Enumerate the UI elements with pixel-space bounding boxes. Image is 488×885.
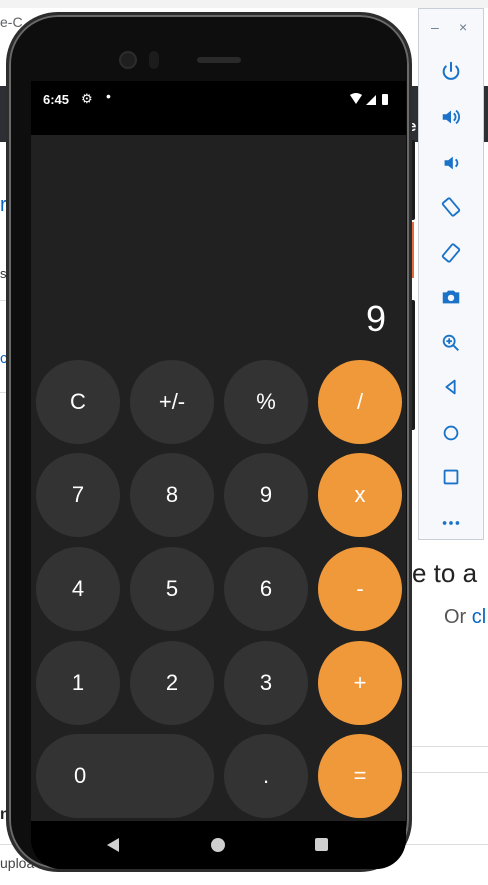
settings-icon: ⚙ (81, 91, 93, 106)
power-button[interactable] (433, 53, 469, 89)
more-icon (442, 521, 460, 525)
digit-3-button[interactable]: 3 (224, 641, 308, 725)
power-icon (442, 61, 460, 80)
signal-icon (366, 95, 376, 105)
volume-down-icon (444, 156, 459, 170)
status-time: 6:45 (43, 92, 70, 107)
bg-or-label: Or (444, 606, 472, 628)
sign-toggle-button[interactable]: +/- (130, 360, 214, 444)
rotate-left-icon (441, 197, 461, 217)
volume-up-icon (442, 109, 460, 125)
screenshot-button[interactable] (433, 279, 469, 315)
android-nav-bar (31, 821, 406, 869)
bg-top-bar (0, 0, 488, 8)
percent-button[interactable]: % (224, 360, 308, 444)
clear-button[interactable]: C (36, 360, 120, 444)
volume-up-button[interactable] (433, 99, 469, 135)
bg-or-link[interactable]: cl (472, 606, 486, 628)
divide-button[interactable]: / (318, 360, 402, 444)
nav-home-icon[interactable] (211, 838, 225, 852)
digit-8-button[interactable]: 8 (130, 453, 214, 537)
nav-recents-icon[interactable] (315, 838, 328, 851)
wifi-icon (350, 93, 362, 104)
rotate-left-button[interactable] (433, 189, 469, 225)
rotate-right-button[interactable] (433, 235, 469, 271)
notification-dot-icon: • (106, 88, 111, 104)
calculator-display: 9 (365, 298, 386, 339)
zoom-button[interactable] (433, 325, 469, 361)
toolbar-window-controls: – × (419, 19, 483, 39)
bg-divider-4 (410, 772, 488, 773)
overview-button[interactable] (433, 459, 469, 495)
back-icon (445, 379, 456, 395)
add-button[interactable]: + (318, 641, 402, 725)
battery-icon (382, 94, 388, 105)
digit-9-button[interactable]: 9 (224, 453, 308, 537)
bg-or-text: Or cl (444, 606, 486, 629)
camera-icon (442, 290, 460, 304)
zoom-icon (442, 334, 459, 351)
subtract-button[interactable]: - (318, 547, 402, 631)
overview-icon (443, 469, 459, 485)
phone-frame: 6:45 ⚙ • 9 C +/- % / 7 8 9 x 4 5 6 - 1 2… (6, 12, 412, 872)
nav-back-icon[interactable] (107, 838, 119, 852)
phone-screen: 6:45 ⚙ • 9 C +/- % / 7 8 9 x 4 5 6 - 1 2… (31, 81, 406, 869)
front-camera (119, 51, 137, 69)
volume-down-button[interactable] (433, 145, 469, 181)
digit-7-button[interactable]: 7 (36, 453, 120, 537)
multiply-button[interactable]: x (318, 453, 402, 537)
digit-0-button[interactable]: 0 (36, 734, 214, 818)
calculator-app: 9 C +/- % / 7 8 9 x 4 5 6 - 1 2 3 + 0 . … (31, 135, 406, 821)
digit-5-button[interactable]: 5 (130, 547, 214, 631)
digit-1-button[interactable]: 1 (36, 641, 120, 725)
bg-divider-3 (410, 746, 488, 747)
minimize-button[interactable]: – (431, 19, 439, 35)
proximity-sensor (149, 51, 159, 69)
equals-button[interactable]: = (318, 734, 402, 818)
earpiece-speaker (197, 57, 241, 63)
digit-6-button[interactable]: 6 (224, 547, 308, 631)
digit-4-button[interactable]: 4 (36, 547, 120, 631)
more-button[interactable] (433, 505, 469, 541)
system-status-icons (350, 93, 388, 105)
rotate-right-icon (441, 243, 461, 263)
digit-2-button[interactable]: 2 (130, 641, 214, 725)
home-icon (443, 425, 459, 441)
close-button[interactable]: × (459, 19, 467, 35)
back-button[interactable] (433, 369, 469, 405)
status-bar: 6:45 ⚙ • (31, 81, 406, 135)
decimal-button[interactable]: . (224, 734, 308, 818)
home-button[interactable] (433, 415, 469, 451)
emulator-toolbar: – × (418, 8, 484, 540)
screen-root: e-C e r s c e to a Or cl n uploa – × 6:4… (0, 0, 488, 885)
bg-heading-fragment: e to a (412, 558, 478, 588)
